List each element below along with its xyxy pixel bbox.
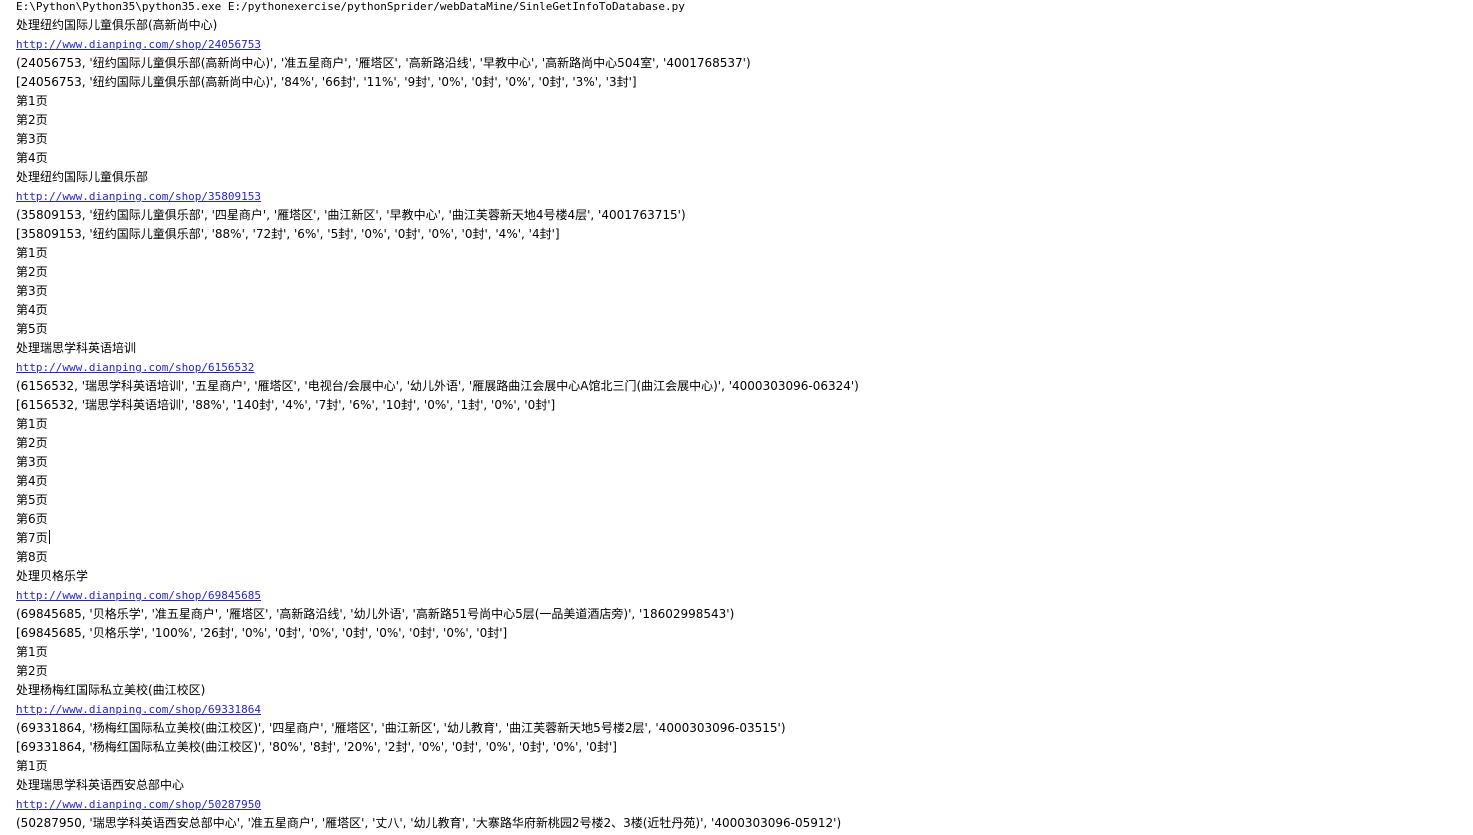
command-line: E:\Python\Python35\python35.exe E:/pytho… [16, 0, 685, 13]
console-line: 处理瑞思学科英语西安总部中心 [16, 778, 185, 792]
console-line: 第1页 [16, 759, 48, 773]
console-line: 处理瑞思学科英语培训 [16, 341, 137, 355]
console-line: (35809153, '纽约国际儿童俱乐部', '四星商户', '雁塔区', '… [16, 208, 686, 222]
console-line: 第4页 [16, 151, 48, 165]
shop-link[interactable]: http://www.dianping.com/shop/50287950 [16, 795, 1456, 814]
console-line: 第5页 [16, 322, 48, 336]
console-line: 第6页 [16, 512, 48, 526]
console-line: (24056753, '纽约国际儿童俱乐部(高新尚中心)', '准五星商户', … [16, 56, 751, 70]
shop-link[interactable]: http://www.dianping.com/shop/69331864 [16, 700, 1456, 719]
shop-link[interactable]: http://www.dianping.com/shop/69845685 [16, 586, 1456, 605]
console-line: 第1页 [16, 94, 48, 108]
console-line: 第3页 [16, 455, 48, 469]
console-line: (50287950, '瑞思学科英语西安总部中心', '准五星商户', '雁塔区… [16, 816, 842, 830]
console-line: 第2页 [16, 436, 48, 450]
console-line: 第4页 [16, 474, 48, 488]
console-line: 处理贝格乐学 [16, 569, 89, 583]
console-line: (69331864, '杨梅红国际私立美校(曲江校区)', '四星商户', '雁… [16, 721, 786, 735]
text-cursor [48, 530, 50, 544]
console-line: 第1页 [16, 645, 48, 659]
console-line: 第1页 [16, 246, 48, 260]
console-line: 第3页 [16, 132, 48, 146]
console-line: (6156532, '瑞思学科英语培训', '五星商户', '雁塔区', '电视… [16, 379, 859, 393]
console-line: 第8页 [16, 550, 48, 564]
shop-link[interactable]: http://www.dianping.com/shop/6156532 [16, 358, 1456, 377]
console-line: [69331864, '杨梅红国际私立美校(曲江校区)', '80%', '8封… [16, 740, 617, 754]
shop-link[interactable]: http://www.dianping.com/shop/35809153 [16, 187, 1456, 206]
console-line: 第5页 [16, 493, 48, 507]
console-output[interactable]: E:\Python\Python35\python35.exe E:/pytho… [16, 0, 1456, 833]
console-line: [35809153, '纽约国际儿童俱乐部', '88%', '72封', '6… [16, 227, 560, 241]
console-line: 第1页 [16, 417, 48, 431]
console-line: [69845685, '贝格乐学', '100%', '26封', '0%', … [16, 626, 508, 640]
console-line: 第2页 [16, 664, 48, 678]
console-line: (69845685, '贝格乐学', '准五星商户', '雁塔区', '高新路沿… [16, 607, 735, 621]
console-line: [6156532, '瑞思学科英语培训', '88%', '140封', '4%… [16, 398, 556, 412]
console-line: 第2页 [16, 113, 48, 127]
console-line-with-cursor[interactable]: 第7页 [16, 529, 1456, 548]
console-line: 处理纽约国际儿童俱乐部(高新尚中心) [16, 18, 218, 32]
shop-link[interactable]: http://www.dianping.com/shop/24056753 [16, 35, 1456, 54]
console-line: 第4页 [16, 303, 48, 317]
console-line: 处理纽约国际儿童俱乐部 [16, 170, 149, 184]
console-line: 处理杨梅红国际私立美校(曲江校区) [16, 683, 206, 697]
console-line: [24056753, '纽约国际儿童俱乐部(高新尚中心)', '84%', '6… [16, 75, 637, 89]
console-line-text: 第7页 [16, 531, 48, 545]
console-line: 第3页 [16, 284, 48, 298]
console-line: 第2页 [16, 265, 48, 279]
